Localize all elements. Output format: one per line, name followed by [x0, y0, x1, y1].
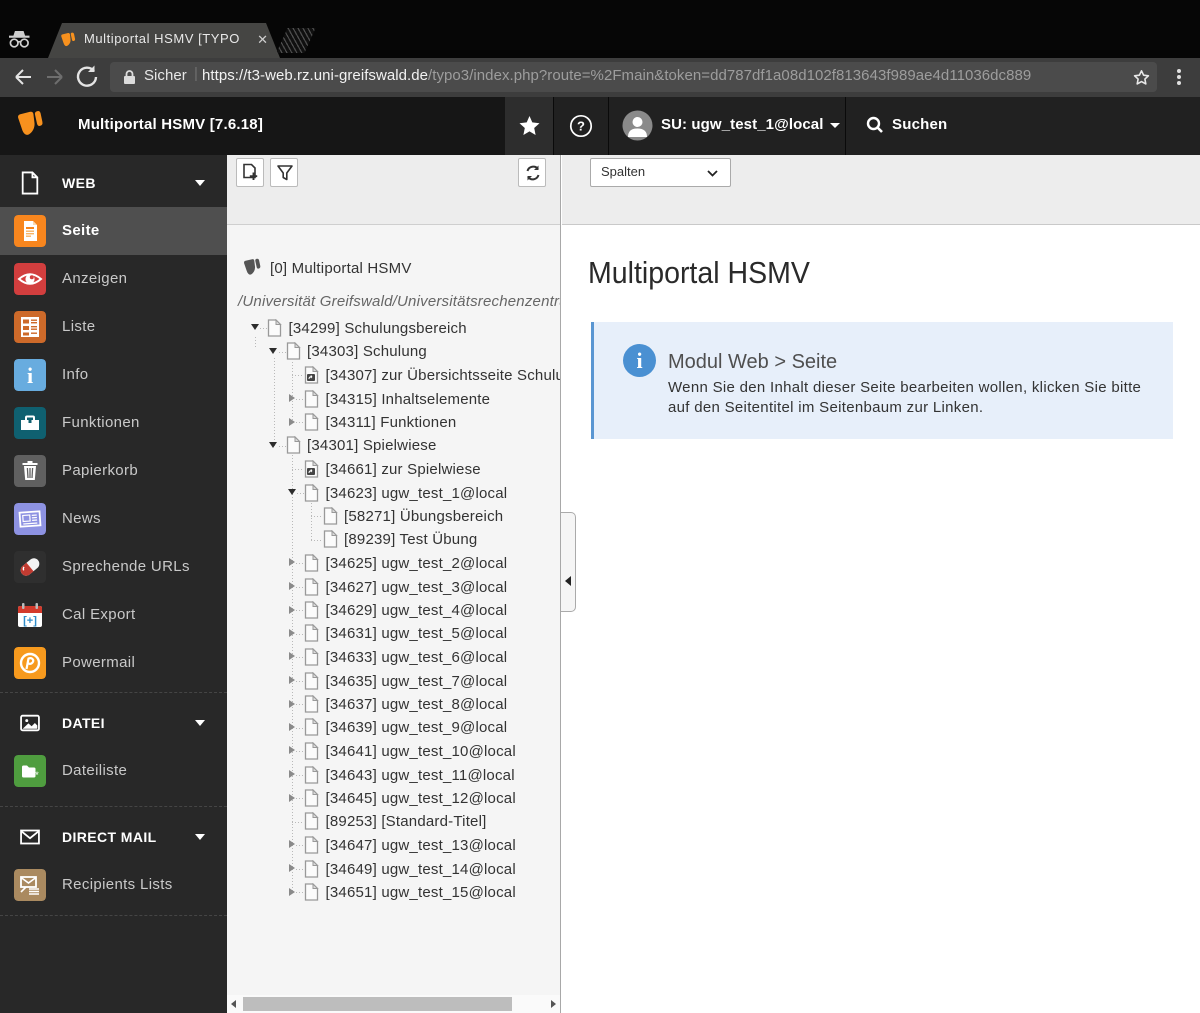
svg-text:?: ?: [577, 119, 585, 134]
svg-text:i: i: [27, 363, 33, 388]
svg-text:[+]: [+]: [23, 615, 37, 627]
svg-text:*: *: [35, 770, 39, 780]
